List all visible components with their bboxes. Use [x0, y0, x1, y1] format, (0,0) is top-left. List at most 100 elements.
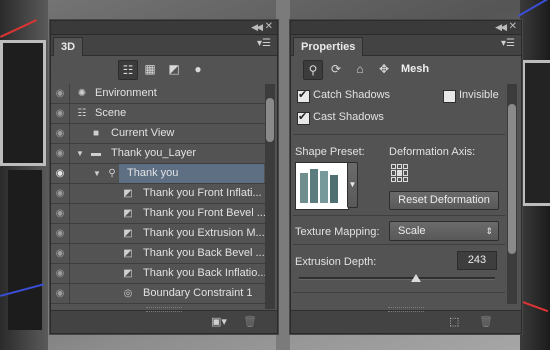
deform-mode-icon[interactable]: ⟳: [327, 60, 345, 78]
list-item[interactable]: ◉ ◩ Thank you Front Inflati...: [51, 184, 265, 204]
panel-header: ◀◀ ✕: [51, 21, 277, 35]
texture-mapping-value: Scale: [398, 225, 426, 237]
row-label: Thank you Back Bevel ...: [143, 247, 265, 259]
visibility-eye-icon[interactable]: ◉: [51, 244, 70, 263]
preset-bar-icon: [330, 175, 338, 203]
preset-bar-icon: [310, 169, 318, 203]
shape-preset-label: Shape Preset:: [295, 146, 365, 158]
visibility-eye-icon[interactable]: ◉: [51, 144, 70, 163]
3d-layer-list: ◉ ✺ Environment ◉ ☷ Scene ◉ ■ Current Vi…: [51, 84, 277, 309]
scene-filter-icon[interactable]: ☷: [118, 60, 138, 80]
delete-icon[interactable]: 🗑: [479, 315, 493, 328]
texture-mapping-select[interactable]: Scale ⇕: [389, 221, 499, 241]
scrollbar-thumb[interactable]: [508, 104, 516, 254]
extrusion-depth-label: Extrusion Depth:: [295, 256, 377, 268]
material-filter-icon[interactable]: ◩: [165, 60, 183, 78]
mesh-mode-icon[interactable]: ⚲: [303, 60, 323, 80]
expand-triangle-icon[interactable]: ▼: [93, 164, 101, 183]
visibility-eye-icon[interactable]: ◉: [51, 124, 70, 143]
extrusion-depth-slider-track[interactable]: [299, 277, 495, 280]
list-item[interactable]: ◉ ◎ Boundary Constraint 1: [51, 284, 265, 304]
invisible-label: Invisible: [459, 89, 499, 101]
panel-tab-row: Properties ▾☰: [291, 35, 521, 56]
material-icon: ◩: [123, 208, 133, 219]
cast-shadows-checkbox[interactable]: [297, 110, 310, 125]
light-filter-icon[interactable]: ●: [189, 60, 207, 78]
list-item[interactable]: ◉ ◩ Thank you Front Bevel ...: [51, 204, 266, 224]
scrollbar-thumb[interactable]: [266, 98, 274, 142]
list-item[interactable]: ◉ ■ Current View: [51, 124, 265, 144]
list-item[interactable]: ◉ ◩ Thank you Back Bevel ...: [51, 244, 265, 264]
visibility-eye-icon[interactable]: ◉: [51, 104, 70, 123]
mode-label: Mesh: [401, 63, 430, 75]
viewport-right-letter: [522, 60, 550, 206]
mesh-icon: ⚲: [108, 168, 116, 179]
panel-footer: ▣▾ 🗑: [51, 307, 277, 333]
divider: [293, 292, 505, 293]
tab-properties[interactable]: Properties: [293, 37, 364, 56]
visibility-eye-icon[interactable]: ◉: [51, 264, 70, 283]
preset-bar-icon: [320, 171, 328, 203]
close-icon[interactable]: ✕: [265, 21, 273, 32]
visibility-eye-icon[interactable]: ◉: [51, 184, 70, 203]
close-icon[interactable]: ✕: [509, 21, 517, 32]
visibility-eye-icon[interactable]: ◉: [51, 284, 70, 303]
scene-icon: ☷: [77, 108, 87, 119]
catch-shadows-checkbox[interactable]: [297, 88, 310, 103]
row-label: Thank you Front Bevel ...: [143, 207, 266, 219]
invisible-checkbox[interactable]: [443, 90, 456, 103]
list-item[interactable]: ◉ ◩ Thank you Back Inflatio...: [51, 264, 267, 284]
panel-menu-icon[interactable]: ▾☰: [257, 38, 271, 49]
collapse-icon[interactable]: ◀◀: [251, 22, 263, 33]
new-object-icon[interactable]: ▣▾: [211, 315, 227, 328]
resize-grip[interactable]: [388, 307, 424, 312]
texture-mapping-label: Texture Mapping:: [295, 226, 380, 238]
viewport-gap: [276, 0, 290, 350]
delete-icon[interactable]: 🗑: [243, 315, 257, 328]
list-item[interactable]: ◉ ✺ Environment: [51, 84, 265, 104]
list-item[interactable]: ◉ ◩ Thank you Extrusion M...: [51, 224, 265, 244]
list-item[interactable]: ◉ ▼ ▬ Thank you_Layer: [51, 144, 265, 164]
list-scrollbar[interactable]: [265, 84, 275, 309]
resize-grip[interactable]: [146, 307, 182, 312]
material-icon: ◩: [123, 228, 133, 239]
extrusion-depth-input[interactable]: 243: [457, 251, 497, 270]
cap-mode-icon[interactable]: ⌂: [351, 60, 369, 78]
row-label: Environment: [95, 87, 157, 99]
list-item-selected[interactable]: ◉ ▼ ⚲ Thank you: [51, 164, 265, 184]
constraint-icon: ◎: [123, 288, 133, 299]
shape-preset-thumbnail[interactable]: [295, 162, 349, 210]
tab-3d[interactable]: 3D: [53, 37, 84, 56]
coordinates-mode-icon[interactable]: ✥: [375, 60, 393, 78]
preset-bar-icon: [300, 173, 308, 203]
viewport-extrusion: [8, 170, 42, 330]
panel-footer: ⬚ 🗑: [291, 307, 521, 333]
list-item[interactable]: ◉ ☷ Scene: [51, 104, 265, 124]
expand-triangle-icon[interactable]: ▼: [76, 144, 84, 163]
properties-body: Catch Shadows Invisible Cast Shadows Sha…: [291, 84, 507, 304]
divider: [293, 244, 505, 245]
visibility-eye-icon[interactable]: ◉: [51, 164, 70, 183]
properties-scrollbar[interactable]: [507, 84, 517, 304]
row-label: Thank you_Layer: [111, 147, 196, 159]
collapse-icon[interactable]: ◀◀: [495, 22, 507, 33]
panel-menu-icon[interactable]: ▾☰: [501, 38, 515, 49]
properties-panel: ◀◀ ✕ Properties ▾☰ ⚲ ⟳ ⌂ ✥ Mesh Catch Sh…: [290, 20, 522, 334]
row-label: Thank you Extrusion M...: [143, 227, 265, 239]
row-label: Thank you Back Inflatio...: [143, 267, 267, 279]
row-label: Thank you Front Inflati...: [143, 187, 262, 199]
properties-mode-bar: ⚲ ⟳ ⌂ ✥ Mesh: [291, 56, 521, 84]
folder-icon: ▬: [91, 148, 101, 159]
shape-preset-dropdown-arrow[interactable]: ▼: [347, 162, 358, 208]
mesh-filter-icon[interactable]: ▦: [141, 60, 159, 78]
visibility-eye-icon[interactable]: ◉: [51, 84, 70, 103]
3d-panel: ◀◀ ✕ 3D ▾☰ ☷ ▦ ◩ ● ◉ ✺ Environment ◉ ☷ S…: [50, 20, 278, 334]
deformation-axis-grid-icon[interactable]: [391, 164, 409, 182]
visibility-eye-icon[interactable]: ◉: [51, 224, 70, 243]
render-icon[interactable]: ⬚: [449, 315, 459, 328]
panel-header: ◀◀ ✕: [291, 21, 521, 35]
extrusion-depth-slider-handle[interactable]: [411, 274, 421, 282]
visibility-eye-icon[interactable]: ◉: [51, 204, 70, 223]
panel-tab-row: 3D ▾☰: [51, 35, 277, 56]
reset-deformation-button[interactable]: Reset Deformation: [389, 191, 499, 210]
